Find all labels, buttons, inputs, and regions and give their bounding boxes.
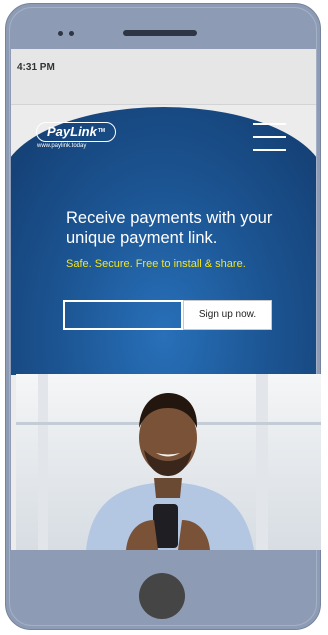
- logo-text: PayLink: [47, 124, 97, 139]
- menu-line: [253, 149, 286, 151]
- signup-button[interactable]: Sign up now.: [183, 300, 272, 330]
- man-with-phone-image: [86, 393, 254, 550]
- camera-dot: [58, 31, 63, 36]
- home-button[interactable]: [139, 573, 185, 619]
- paylink-logo[interactable]: PayLinkTM www.paylink.today: [36, 122, 117, 149]
- status-time: 4:31 PM: [17, 62, 55, 73]
- signup-input[interactable]: [63, 300, 183, 330]
- logo-url: www.paylink.today: [37, 143, 87, 149]
- menu-line: [253, 123, 286, 125]
- speaker-grille: [123, 30, 197, 36]
- hero-title: Receive payments with your unique paymen…: [66, 209, 273, 247]
- hero-tagline: Safe. Secure. Free to install & share.: [66, 258, 246, 270]
- logo-badge: PayLinkTM: [36, 122, 117, 142]
- status-bar: 4:31 PM: [11, 49, 316, 105]
- camera-dot: [69, 31, 74, 36]
- hamburger-menu-icon[interactable]: [253, 123, 286, 151]
- menu-line: [253, 136, 286, 138]
- hero-photo: [16, 374, 321, 550]
- logo-tm: TM: [97, 128, 106, 134]
